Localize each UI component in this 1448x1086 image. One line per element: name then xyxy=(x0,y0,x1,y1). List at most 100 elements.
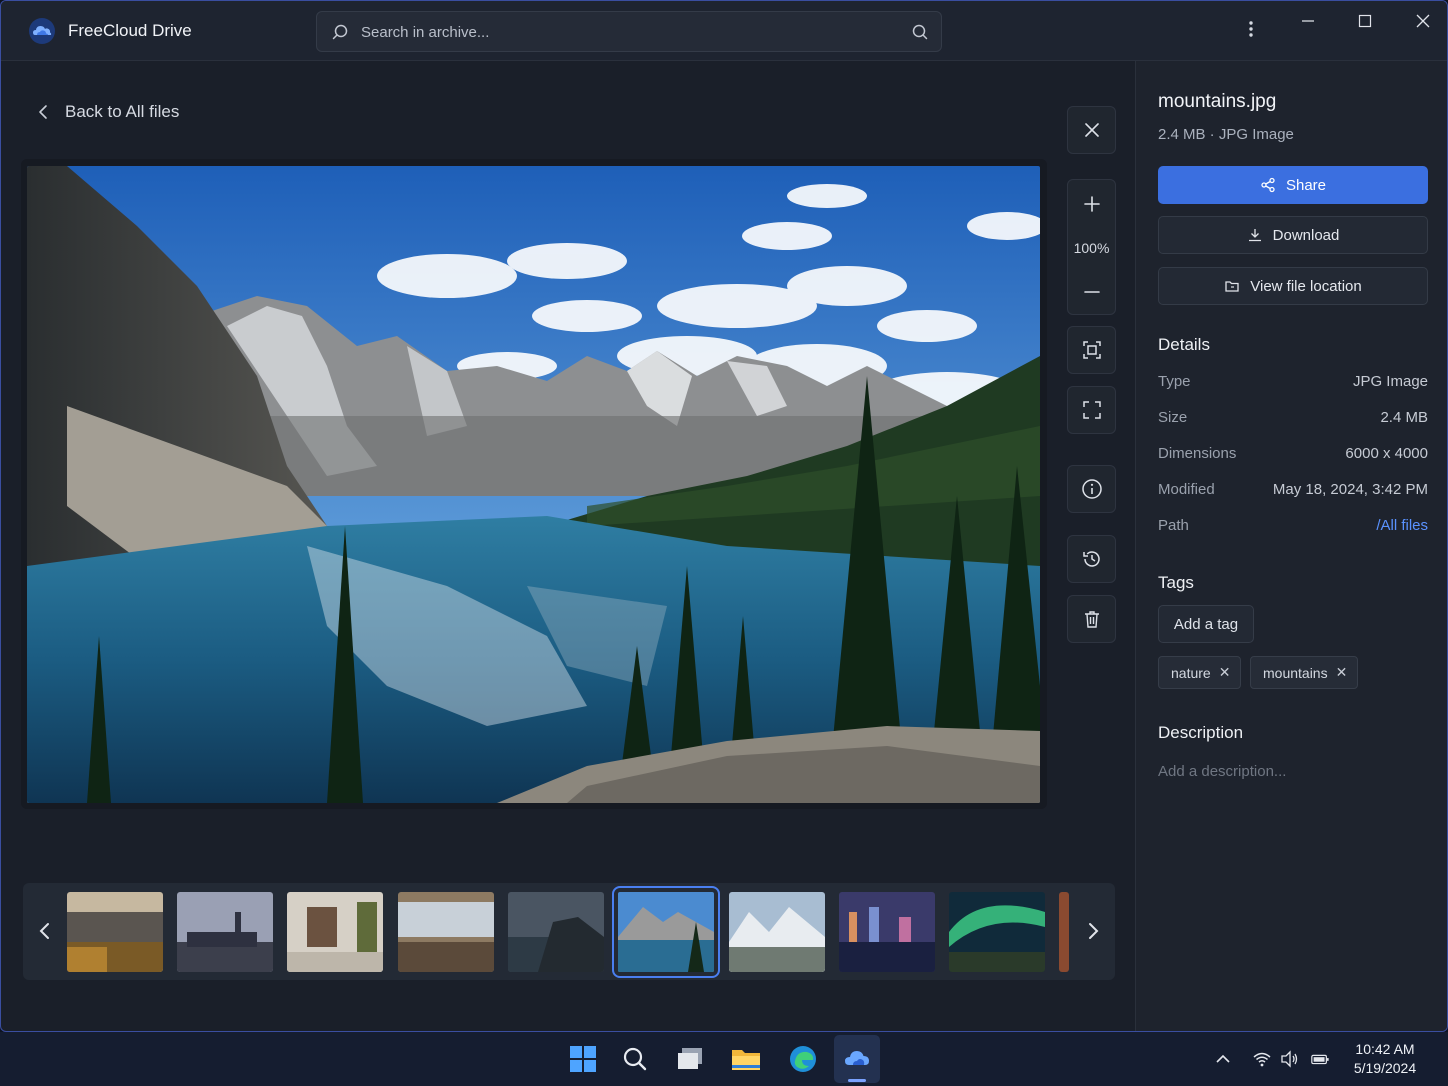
view-file-location-button[interactable]: View file location xyxy=(1158,267,1428,305)
battery-icon[interactable] xyxy=(1310,1050,1330,1068)
fullscreen-button[interactable] xyxy=(1067,386,1116,434)
add-tag-button[interactable]: Add a tag xyxy=(1158,605,1254,643)
arrow-left-icon xyxy=(39,105,47,119)
trash-icon xyxy=(1084,611,1099,628)
info-button[interactable] xyxy=(1067,465,1116,513)
thumbnail-city-skyline[interactable] xyxy=(177,892,273,972)
zoom-level: 100% xyxy=(1073,240,1110,256)
close-window-button[interactable] xyxy=(1403,1,1443,41)
thumbnail-modern-interior[interactable] xyxy=(398,892,494,972)
back-to-files-link[interactable]: Back to All files xyxy=(35,99,179,125)
search-box[interactable] xyxy=(316,11,942,52)
close-window-icon xyxy=(1416,14,1430,28)
info-icon xyxy=(1081,479,1102,499)
taskbar-clock[interactable]: 10:42 AM 5/19/2024 xyxy=(1340,1040,1430,1078)
thumbnail-interior-room[interactable] xyxy=(287,892,383,972)
view-file-location-label: View file location xyxy=(1250,277,1362,295)
app-window: FreeCloud Drive Search in archive... Bac… xyxy=(0,0,1448,1032)
thumbnail-mountains[interactable] xyxy=(612,886,720,978)
active-app-indicator xyxy=(848,1079,866,1082)
more-vertical-icon xyxy=(1249,21,1253,37)
zoom-controls: 100% xyxy=(1067,179,1116,315)
search-icon xyxy=(623,1047,647,1071)
more-options-button[interactable] xyxy=(1231,9,1271,49)
image-viewer xyxy=(21,159,1047,809)
download-icon xyxy=(1248,229,1261,242)
detail-row-path: Path /All files xyxy=(1158,517,1428,539)
tag-label: nature xyxy=(1171,664,1211,681)
detail-key: Path xyxy=(1158,517,1189,534)
path-link[interactable]: /All files xyxy=(1376,517,1428,534)
cloud-logo-icon xyxy=(29,18,55,44)
description-title: Description xyxy=(1158,723,1244,742)
main-image[interactable] xyxy=(27,166,1040,803)
file-explorer-button[interactable] xyxy=(730,1043,762,1075)
share-button[interactable]: Share xyxy=(1158,166,1428,204)
zoom-in-button[interactable] xyxy=(1068,182,1115,226)
thumbnail-aurora[interactable] xyxy=(949,892,1045,972)
search-icon xyxy=(332,24,348,40)
minimize-button[interactable] xyxy=(1288,1,1328,41)
minimize-icon xyxy=(1302,20,1314,22)
tag-chip: nature ✕ xyxy=(1158,656,1242,689)
maximize-icon xyxy=(1358,14,1372,28)
task-view-button[interactable] xyxy=(674,1043,706,1075)
tag-label: mountains xyxy=(1263,664,1328,681)
detail-value: 2.4 MB xyxy=(1380,409,1428,426)
detail-row-type: Type JPG Image xyxy=(1158,373,1428,395)
detail-row-dimensions: Dimensions 6000 x 4000 xyxy=(1158,445,1428,467)
search-input[interactable] xyxy=(361,20,881,44)
volume-icon[interactable] xyxy=(1280,1050,1300,1068)
fit-to-screen-icon xyxy=(1082,341,1101,359)
taskbar-search-button[interactable] xyxy=(619,1043,651,1075)
download-label: Download xyxy=(1272,226,1340,244)
chevron-up-icon[interactable] xyxy=(1213,1050,1233,1068)
history-icon xyxy=(1082,551,1100,567)
thumbnail-partial[interactable] xyxy=(1059,892,1069,972)
chevron-left-icon[interactable] xyxy=(33,919,57,943)
detail-key: Size xyxy=(1158,409,1188,426)
detail-value: 6000 x 4000 xyxy=(1345,445,1428,462)
file-name: mountains.jpg xyxy=(1158,91,1277,112)
history-button[interactable] xyxy=(1067,535,1116,583)
detail-value: May 18, 2024, 3:42 PM xyxy=(1272,481,1428,498)
detail-row-size: Size 2.4 MB xyxy=(1158,409,1428,431)
clock-time: 10:42 AM xyxy=(1355,1041,1415,1057)
remove-tag-icon[interactable]: ✕ xyxy=(1219,664,1231,681)
thumbnail-coastal-rocks[interactable] xyxy=(508,892,604,972)
chevron-right-icon[interactable] xyxy=(1081,919,1105,943)
close-icon xyxy=(1084,123,1099,137)
tag-chip: mountains ✕ xyxy=(1250,656,1359,689)
edge-browser-button[interactable] xyxy=(787,1043,819,1075)
thumbnail-city-night[interactable] xyxy=(839,892,935,972)
start-button[interactable] xyxy=(567,1043,599,1075)
app-title: FreeCloud Drive xyxy=(68,21,192,40)
detail-row-modified: Modified May 18, 2024, 3:42 PM xyxy=(1158,481,1428,503)
task-view-icon xyxy=(678,1048,702,1069)
thumbnail-snowy-peaks[interactable] xyxy=(729,892,825,972)
remove-tag-icon[interactable]: ✕ xyxy=(1336,664,1348,681)
description-input[interactable] xyxy=(1158,759,1428,783)
title-bar: FreeCloud Drive xyxy=(1,1,1447,61)
detail-key: Type xyxy=(1158,373,1191,390)
details-panel: mountains.jpg 2.4 MB · JPG Image Share D… xyxy=(1135,61,1447,1031)
download-button[interactable]: Download xyxy=(1158,216,1428,254)
wifi-icon[interactable] xyxy=(1252,1050,1272,1068)
maximize-button[interactable] xyxy=(1345,1,1385,41)
fullscreen-icon xyxy=(1082,401,1101,419)
edge-browser-icon xyxy=(790,1046,816,1072)
share-icon xyxy=(1261,177,1275,193)
fit-to-screen-button[interactable] xyxy=(1067,326,1116,374)
plus-icon xyxy=(1083,196,1100,212)
close-viewer-button[interactable] xyxy=(1067,106,1116,154)
clock-date: 5/19/2024 xyxy=(1353,1060,1417,1076)
thumbnail-autumn-lake[interactable] xyxy=(67,892,163,972)
detail-key: Dimensions xyxy=(1158,445,1237,462)
folder-icon xyxy=(732,1050,760,1070)
zoom-out-button[interactable] xyxy=(1068,270,1115,314)
search-submit-icon[interactable] xyxy=(911,23,929,41)
taskbar: 10:42 AM 5/19/2024 xyxy=(0,1032,1448,1086)
windows-start-icon xyxy=(570,1046,596,1072)
freecloud-taskbar-button[interactable] xyxy=(841,1043,873,1075)
delete-button[interactable] xyxy=(1067,595,1116,643)
